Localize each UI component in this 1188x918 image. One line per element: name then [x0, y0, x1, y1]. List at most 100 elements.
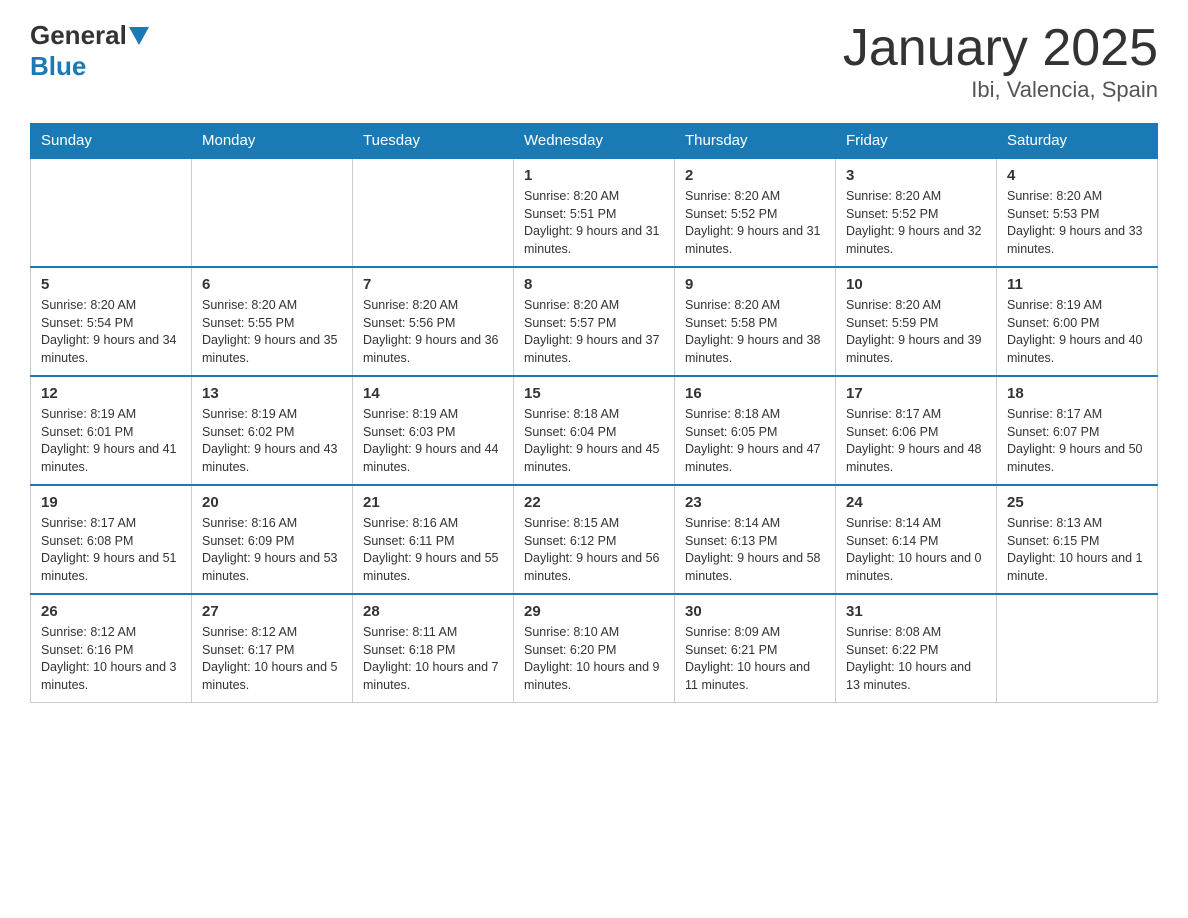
day-number: 26: [41, 603, 181, 620]
calendar-title: January 2025: [843, 20, 1158, 77]
table-row: 22 Sunrise: 8:15 AM Sunset: 6:12 PM Dayli…: [514, 485, 675, 594]
table-row: 19Sunrise: 8:17 AM Sunset: 6:08 PM Dayli…: [31, 485, 192, 594]
day-number: 7: [363, 276, 503, 293]
col-tuesday: Tuesday: [353, 124, 514, 159]
day-number: 4: [1007, 167, 1147, 184]
day-number: 3: [846, 167, 986, 184]
day-number: 17: [846, 385, 986, 402]
day-info: Sunrise: 8:15 AM Sunset: 6:12 PM Dayligh…: [524, 515, 664, 585]
calendar-subtitle: Ibi, Valencia, Spain: [843, 77, 1158, 103]
day-number: 23: [685, 494, 825, 511]
table-row: [192, 158, 353, 267]
table-row: 3 Sunrise: 8:20 AM Sunset: 5:52 PM Daylig…: [836, 158, 997, 267]
day-number: 25: [1007, 494, 1147, 511]
table-row: 11 Sunrise: 8:19 AM Sunset: 6:00 PM Dayli…: [997, 267, 1158, 376]
table-row: [31, 158, 192, 267]
table-row: 21 Sunrise: 8:16 AM Sunset: 6:11 PM Dayli…: [353, 485, 514, 594]
col-monday: Monday: [192, 124, 353, 159]
logo-general-text: General: [30, 20, 127, 51]
day-info: Sunrise: 8:17 AM Sunset: 6:06 PM Dayligh…: [846, 406, 986, 476]
day-number: 11: [1007, 276, 1147, 293]
calendar-header-row: Sunday Monday Tuesday Wednesday Thursday…: [31, 124, 1158, 159]
day-number: 6: [202, 276, 342, 293]
day-info: Sunrise: 8:08 AM Sunset: 6:22 PM Dayligh…: [846, 624, 986, 694]
day-info: Sunrise: 8:20 AM Sunset: 5:57 PM Dayligh…: [524, 297, 664, 367]
day-number: 15: [524, 385, 664, 402]
day-info: Sunrise: 8:10 AM Sunset: 6:20 PM Dayligh…: [524, 624, 664, 694]
day-number: 2: [685, 167, 825, 184]
table-row: 16 Sunrise: 8:18 AM Sunset: 6:05 PM Dayli…: [675, 376, 836, 485]
col-thursday: Thursday: [675, 124, 836, 159]
day-number: 14: [363, 385, 503, 402]
col-sunday: Sunday: [31, 124, 192, 159]
logo: General Blue: [30, 20, 151, 82]
table-row: 1Sunrise: 8:20 AM Sunset: 5:51 PM Daylig…: [514, 158, 675, 267]
calendar-table: Sunday Monday Tuesday Wednesday Thursday…: [30, 123, 1158, 703]
day-info: Sunrise: 8:20 AM Sunset: 5:54 PM Dayligh…: [41, 297, 181, 367]
col-saturday: Saturday: [997, 124, 1158, 159]
day-number: 30: [685, 603, 825, 620]
table-row: 2 Sunrise: 8:20 AM Sunset: 5:52 PM Daylig…: [675, 158, 836, 267]
day-info: Sunrise: 8:12 AM Sunset: 6:17 PM Dayligh…: [202, 624, 342, 694]
day-info: Sunrise: 8:20 AM Sunset: 5:55 PM Dayligh…: [202, 297, 342, 367]
day-number: 10: [846, 276, 986, 293]
day-info: Sunrise: 8:20 AM Sunset: 5:53 PM Dayligh…: [1007, 188, 1147, 258]
page-header: General Blue January 2025 Ibi, Valencia,…: [30, 20, 1158, 103]
day-info: Sunrise: 8:18 AM Sunset: 6:04 PM Dayligh…: [524, 406, 664, 476]
day-info: Sunrise: 8:20 AM Sunset: 5:58 PM Dayligh…: [685, 297, 825, 367]
table-row: 15 Sunrise: 8:18 AM Sunset: 6:04 PM Dayli…: [514, 376, 675, 485]
day-number: 29: [524, 603, 664, 620]
day-number: 5: [41, 276, 181, 293]
col-friday: Friday: [836, 124, 997, 159]
table-row: 24 Sunrise: 8:14 AM Sunset: 6:14 PM Dayli…: [836, 485, 997, 594]
day-number: 21: [363, 494, 503, 511]
day-number: 22: [524, 494, 664, 511]
day-info: Sunrise: 8:20 AM Sunset: 5:52 PM Dayligh…: [685, 188, 825, 258]
table-row: 13Sunrise: 8:19 AM Sunset: 6:02 PM Dayli…: [192, 376, 353, 485]
table-row: 6 Sunrise: 8:20 AM Sunset: 5:55 PM Daylig…: [192, 267, 353, 376]
table-row: 10 Sunrise: 8:20 AM Sunset: 5:59 PM Dayli…: [836, 267, 997, 376]
day-info: Sunrise: 8:16 AM Sunset: 6:09 PM Dayligh…: [202, 515, 342, 585]
table-row: [997, 594, 1158, 703]
day-number: 28: [363, 603, 503, 620]
calendar-week-row: 12 Sunrise: 8:19 AM Sunset: 6:01 PM Dayli…: [31, 376, 1158, 485]
day-number: 9: [685, 276, 825, 293]
table-row: 18Sunrise: 8:17 AM Sunset: 6:07 PM Dayli…: [997, 376, 1158, 485]
day-number: 20: [202, 494, 342, 511]
day-info: Sunrise: 8:16 AM Sunset: 6:11 PM Dayligh…: [363, 515, 503, 585]
day-info: Sunrise: 8:12 AM Sunset: 6:16 PM Dayligh…: [41, 624, 181, 694]
table-row: 12 Sunrise: 8:19 AM Sunset: 6:01 PM Dayli…: [31, 376, 192, 485]
col-wednesday: Wednesday: [514, 124, 675, 159]
day-info: Sunrise: 8:20 AM Sunset: 5:51 PM Dayligh…: [524, 188, 664, 258]
day-info: Sunrise: 8:19 AM Sunset: 6:00 PM Dayligh…: [1007, 297, 1147, 367]
day-info: Sunrise: 8:14 AM Sunset: 6:13 PM Dayligh…: [685, 515, 825, 585]
day-info: Sunrise: 8:20 AM Sunset: 5:59 PM Dayligh…: [846, 297, 986, 367]
table-row: 20 Sunrise: 8:16 AM Sunset: 6:09 PM Dayli…: [192, 485, 353, 594]
day-info: Sunrise: 8:20 AM Sunset: 5:52 PM Dayligh…: [846, 188, 986, 258]
day-number: 12: [41, 385, 181, 402]
day-number: 31: [846, 603, 986, 620]
day-info: Sunrise: 8:18 AM Sunset: 6:05 PM Dayligh…: [685, 406, 825, 476]
day-info: Sunrise: 8:19 AM Sunset: 6:01 PM Dayligh…: [41, 406, 181, 476]
logo-blue-text: Blue: [30, 51, 86, 82]
table-row: 17 Sunrise: 8:17 AM Sunset: 6:06 PM Dayli…: [836, 376, 997, 485]
day-info: Sunrise: 8:14 AM Sunset: 6:14 PM Dayligh…: [846, 515, 986, 585]
day-number: 8: [524, 276, 664, 293]
calendar-week-row: 1Sunrise: 8:20 AM Sunset: 5:51 PM Daylig…: [31, 158, 1158, 267]
table-row: 28Sunrise: 8:11 AM Sunset: 6:18 PM Dayli…: [353, 594, 514, 703]
table-row: 9 Sunrise: 8:20 AM Sunset: 5:58 PM Daylig…: [675, 267, 836, 376]
logo-triangle-icon: [129, 27, 149, 45]
table-row: 31 Sunrise: 8:08 AM Sunset: 6:22 PM Dayli…: [836, 594, 997, 703]
calendar-week-row: 5 Sunrise: 8:20 AM Sunset: 5:54 PM Daylig…: [31, 267, 1158, 376]
day-number: 16: [685, 385, 825, 402]
day-number: 24: [846, 494, 986, 511]
table-row: 5 Sunrise: 8:20 AM Sunset: 5:54 PM Daylig…: [31, 267, 192, 376]
table-row: 26 Sunrise: 8:12 AM Sunset: 6:16 PM Dayli…: [31, 594, 192, 703]
table-row: 27Sunrise: 8:12 AM Sunset: 6:17 PM Dayli…: [192, 594, 353, 703]
day-info: Sunrise: 8:09 AM Sunset: 6:21 PM Dayligh…: [685, 624, 825, 694]
table-row: 30 Sunrise: 8:09 AM Sunset: 6:21 PM Dayli…: [675, 594, 836, 703]
title-block: January 2025 Ibi, Valencia, Spain: [843, 20, 1158, 103]
day-number: 18: [1007, 385, 1147, 402]
table-row: 7 Sunrise: 8:20 AM Sunset: 5:56 PM Daylig…: [353, 267, 514, 376]
day-info: Sunrise: 8:20 AM Sunset: 5:56 PM Dayligh…: [363, 297, 503, 367]
